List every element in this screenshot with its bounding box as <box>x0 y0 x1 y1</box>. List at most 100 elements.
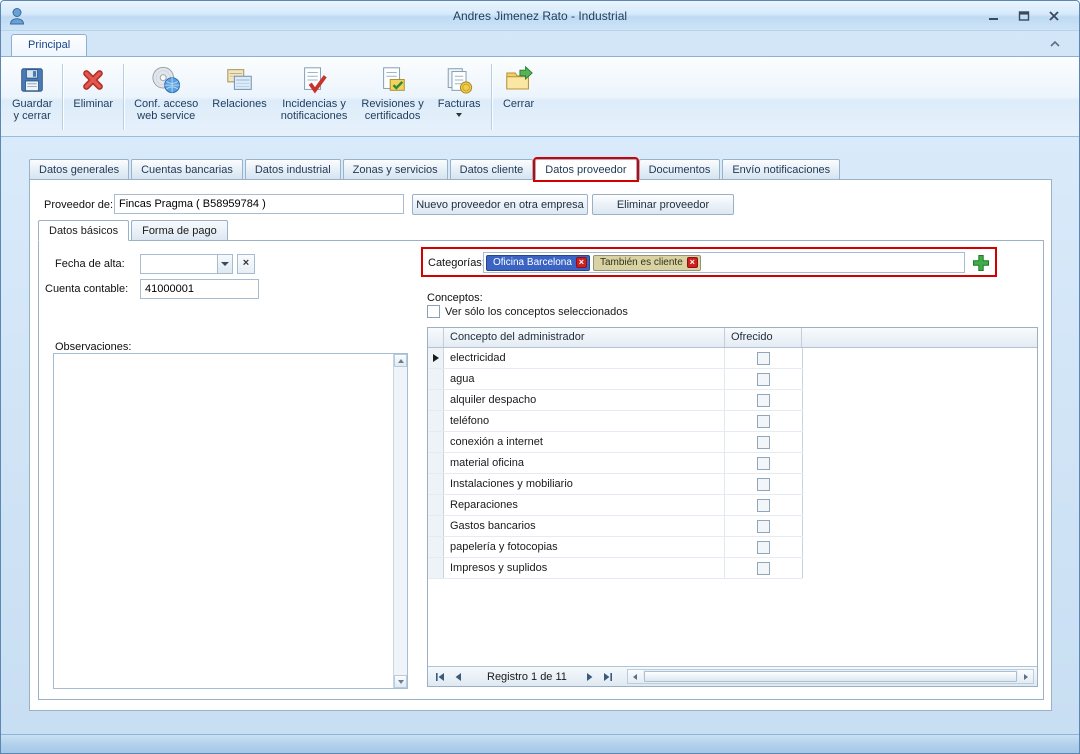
invoices-dropdown-button[interactable]: Facturas <box>431 61 488 133</box>
ofrecido-checkbox[interactable] <box>757 352 770 365</box>
datos-basicos-panel: Fecha de alta: × Cuenta contable: Observ… <box>38 240 1044 700</box>
toolbar-separator <box>123 64 124 130</box>
ofrecido-checkbox[interactable] <box>757 562 770 575</box>
ofrecido-checkbox[interactable] <box>757 478 770 491</box>
window-controls <box>985 8 1071 24</box>
ofrecido-checkbox[interactable] <box>757 541 770 554</box>
dropdown-arrow-icon <box>456 113 462 117</box>
header-filler <box>802 328 1037 347</box>
tab-cuentas-bancarias[interactable]: Cuentas bancarias <box>131 159 243 180</box>
category-chip[interactable]: También es cliente × <box>593 255 701 271</box>
window-title: Andres Jimenez Rato - Industrial <box>1 9 1079 23</box>
delete-button[interactable]: Eliminar <box>66 61 120 133</box>
index-cards-icon <box>225 65 255 95</box>
table-row[interactable]: teléfono <box>428 411 803 432</box>
first-record-button[interactable] <box>432 669 448 684</box>
table-row[interactable]: Reparaciones <box>428 495 803 516</box>
relations-button[interactable]: Relaciones <box>205 61 273 133</box>
fecha-alta-clear-button[interactable]: × <box>237 254 255 274</box>
webservice-access-button[interactable]: Conf. acceso web service <box>127 61 205 133</box>
table-row[interactable]: Instalaciones y mobiliario <box>428 474 803 495</box>
tab-datos-generales[interactable]: Datos generales <box>29 159 129 180</box>
scrollbar-thumb[interactable] <box>644 671 1017 682</box>
tab-envio-notificaciones[interactable]: Envío notificaciones <box>722 159 840 180</box>
next-record-button[interactable] <box>582 669 598 684</box>
save-and-close-button[interactable]: Guardar y cerrar <box>5 61 59 133</box>
proveedor-input[interactable] <box>114 194 404 214</box>
delete-x-icon <box>78 65 108 95</box>
revisions-certificates-button[interactable]: Revisiones y certificados <box>354 61 430 133</box>
table-row[interactable]: alquiler despacho <box>428 390 803 411</box>
tab-datos-industrial[interactable]: Datos industrial <box>245 159 341 180</box>
button-label-line: y cerrar <box>14 110 51 122</box>
combo-dropdown-button[interactable] <box>217 255 232 273</box>
ofrecido-checkbox[interactable] <box>757 499 770 512</box>
ribbon-collapse-chevron-icon[interactable] <box>1045 36 1065 52</box>
concept-cell: Reparaciones <box>444 495 725 515</box>
button-label-line: Facturas <box>438 98 481 110</box>
header-concepto[interactable]: Concepto del administrador <box>444 328 725 347</box>
tab-datos-basicos[interactable]: Datos básicos <box>38 220 129 241</box>
cuenta-contable-input[interactable] <box>140 279 259 299</box>
page-tab-strip: Datos generales Cuentas bancarias Datos … <box>29 159 840 180</box>
ofrecido-checkbox[interactable] <box>757 394 770 407</box>
incidents-notifications-button[interactable]: Incidencias y notificaciones <box>274 61 355 133</box>
scroll-right-arrow-icon[interactable] <box>1018 670 1033 683</box>
eliminar-proveedor-button[interactable]: Eliminar proveedor <box>592 194 734 215</box>
close-window-button[interactable]: Cerrar <box>495 61 543 133</box>
ribbon-tab-principal[interactable]: Principal <box>11 34 87 56</box>
ofrecido-checkbox[interactable] <box>757 415 770 428</box>
row-indicator <box>428 348 444 368</box>
header-ofrecido[interactable]: Ofrecido <box>725 328 802 347</box>
tab-datos-proveedor[interactable]: Datos proveedor <box>535 159 636 180</box>
scroll-left-arrow-icon[interactable] <box>628 670 643 683</box>
restore-button[interactable] <box>1015 8 1033 24</box>
table-row[interactable]: Gastos bancarios <box>428 516 803 537</box>
button-label-line: web service <box>137 110 195 122</box>
table-row[interactable]: electricidad <box>428 348 803 369</box>
previous-record-button[interactable] <box>450 669 466 684</box>
current-row-arrow-icon <box>433 354 439 362</box>
ver-solo-checkbox[interactable] <box>427 305 440 318</box>
table-row[interactable]: agua <box>428 369 803 390</box>
datos-proveedor-panel: Proveedor de: Nuevo proveedor en otra em… <box>29 179 1052 711</box>
table-row[interactable]: Impresos y suplidos <box>428 558 803 579</box>
add-category-button[interactable] <box>971 252 990 273</box>
button-label-line: Incidencias y <box>282 98 346 110</box>
chip-label: Oficina Barcelona <box>493 257 572 268</box>
save-icon <box>17 65 47 95</box>
close-button[interactable] <box>1045 8 1063 24</box>
observaciones-textarea[interactable] <box>53 353 408 689</box>
ofrecido-cell <box>725 558 803 578</box>
ofrecido-checkbox[interactable] <box>757 520 770 533</box>
chip-remove-icon[interactable]: × <box>687 257 698 268</box>
tab-documentos[interactable]: Documentos <box>639 159 721 180</box>
tab-forma-de-pago[interactable]: Forma de pago <box>131 220 228 241</box>
scroll-up-arrow-icon[interactable] <box>394 354 407 367</box>
row-indicator <box>428 537 444 557</box>
concept-cell: alquiler despacho <box>444 390 725 410</box>
chip-remove-icon[interactable]: × <box>576 257 587 268</box>
ofrecido-checkbox[interactable] <box>757 436 770 449</box>
ofrecido-checkbox[interactable] <box>757 457 770 470</box>
fecha-alta-combobox[interactable] <box>140 254 233 274</box>
button-label-line: Cerrar <box>503 98 534 110</box>
table-row[interactable]: conexión a internet <box>428 432 803 453</box>
minimize-button[interactable] <box>985 8 1003 24</box>
nuevo-proveedor-button[interactable]: Nuevo proveedor en otra empresa <box>412 194 588 215</box>
row-indicator <box>428 474 444 494</box>
last-record-button[interactable] <box>600 669 616 684</box>
observaciones-label: Observaciones: <box>55 340 131 354</box>
category-chip[interactable]: Oficina Barcelona × <box>486 255 590 271</box>
table-row[interactable]: material oficina <box>428 453 803 474</box>
concept-cell: Gastos bancarios <box>444 516 725 536</box>
table-row[interactable]: papelería y fotocopias <box>428 537 803 558</box>
horizontal-scrollbar[interactable] <box>627 669 1034 684</box>
tab-datos-cliente[interactable]: Datos cliente <box>450 159 534 180</box>
categorias-field[interactable]: Oficina Barcelona × También es cliente × <box>483 252 965 273</box>
tab-zonas-servicios[interactable]: Zonas y servicios <box>343 159 448 180</box>
ofrecido-checkbox[interactable] <box>757 373 770 386</box>
observaciones-scrollbar[interactable] <box>393 354 407 688</box>
concept-cell: papelería y fotocopias <box>444 537 725 557</box>
scroll-down-arrow-icon[interactable] <box>394 675 407 688</box>
